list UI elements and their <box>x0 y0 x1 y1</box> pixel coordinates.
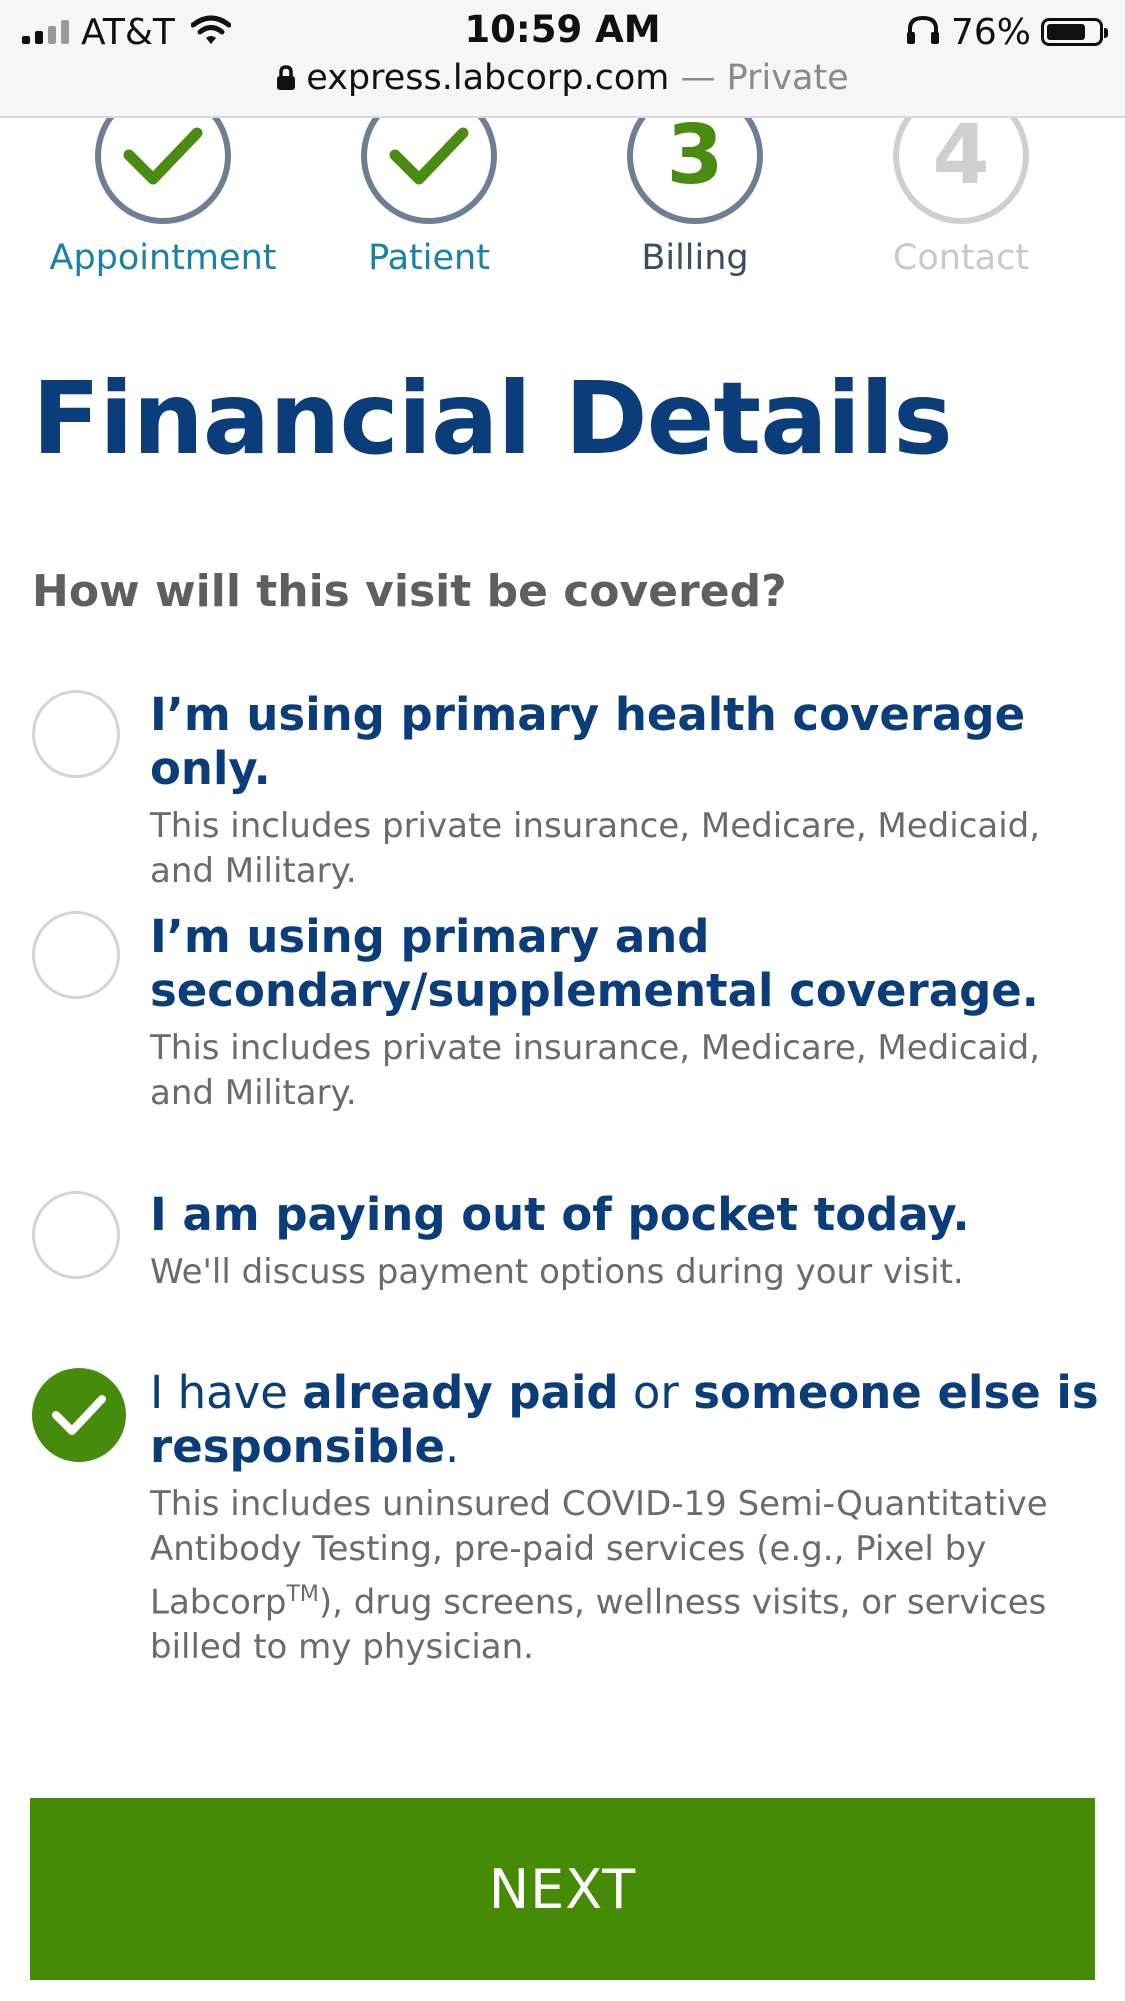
step-label: Contact <box>892 238 1030 278</box>
option-text: I have already paid or someone else is r… <box>150 1366 1100 1670</box>
option-text: I’m using primary and secondary/suppleme… <box>150 910 1100 1116</box>
step-circle: 3 <box>627 118 763 224</box>
step-label: Appointment <box>49 238 277 278</box>
checkmark-icon <box>52 1395 106 1435</box>
option-title: I’m using primary health coverage only. <box>150 688 1026 795</box>
step-number: 4 <box>932 118 990 203</box>
option-text: I’m using primary health coverage only. … <box>150 688 1100 894</box>
option-description: This includes uninsured COVID-19 Semi-Qu… <box>150 1482 1100 1670</box>
option-title: I’m using primary and secondary/suppleme… <box>150 910 1039 1017</box>
step-patient[interactable]: Patient <box>299 118 559 278</box>
step-circle <box>361 118 497 224</box>
step-label: Patient <box>368 238 490 278</box>
step-billing: 3 Billing <box>565 118 825 278</box>
radio-button[interactable] <box>32 690 120 778</box>
status-bar: AT&T 10:59 AM 76% express.labcorp.com — … <box>0 0 1125 118</box>
private-label: — Private <box>680 58 849 98</box>
step-label: Billing <box>641 238 749 278</box>
step-number: 3 <box>666 118 724 203</box>
option-title: I have already paid or someone else is r… <box>150 1366 1100 1474</box>
progress-stepper: Appointment Patient 3 Billing 4 Contact <box>0 118 1125 288</box>
option-text: I am paying out of pocket today. We'll d… <box>150 1188 1100 1295</box>
option-description: This includes private insurance, Medicar… <box>150 806 1041 891</box>
trademark-sup: TM <box>286 1582 319 1607</box>
battery-level-fill <box>1047 24 1085 40</box>
radio-button-selected[interactable] <box>32 1368 126 1462</box>
status-right: 76% <box>905 11 1108 53</box>
step-appointment[interactable]: Appointment <box>33 118 293 278</box>
headphones-icon <box>905 15 941 49</box>
step-contact: 4 Contact <box>831 118 1091 278</box>
title-emphasis: already paid <box>302 1366 619 1419</box>
option-title: I am paying out of pocket today. <box>150 1188 970 1241</box>
address-bar[interactable]: express.labcorp.com — Private <box>0 58 1125 100</box>
step-circle <box>95 118 231 224</box>
title-part: . <box>445 1420 460 1473</box>
checkmark-icon <box>389 127 469 185</box>
option-description: This includes private insurance, Medicar… <box>150 1028 1041 1113</box>
radio-button[interactable] <box>32 911 120 999</box>
lock-icon <box>276 60 296 100</box>
checkmark-icon <box>123 127 203 185</box>
coverage-question: How will this visit be covered? <box>32 566 787 617</box>
battery-percent: 76% <box>950 11 1031 53</box>
radio-button[interactable] <box>32 1191 120 1279</box>
step-circle: 4 <box>893 118 1029 224</box>
option-description: We'll discuss payment options during you… <box>150 1252 964 1292</box>
next-button[interactable]: NEXT <box>30 1798 1095 1980</box>
url-text: express.labcorp.com <box>306 58 670 98</box>
title-part: I have <box>150 1366 303 1419</box>
title-part: or <box>618 1366 694 1419</box>
page-title: Financial Details <box>32 360 953 477</box>
battery-icon <box>1041 18 1108 46</box>
